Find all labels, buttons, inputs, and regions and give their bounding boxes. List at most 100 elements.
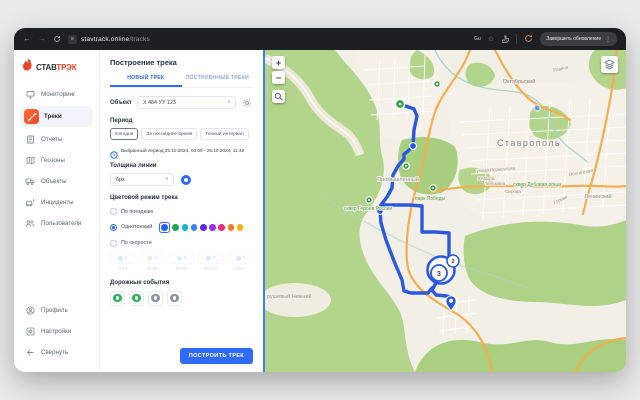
kebab-menu-icon[interactable]: ⋮ [605, 36, 611, 43]
finish-update-button[interactable]: Завершить обновление ⋮ [540, 32, 617, 46]
period-chip-today[interactable]: Сегодня [110, 128, 138, 140]
sidebar-item-geozones[interactable]: Геозоны [20, 151, 93, 169]
thickness-label: Толщина линии [110, 163, 253, 169]
browser-titlebar: ← → ≡ stavtrack.online/tracks Gu ☆ Завер… [14, 28, 626, 50]
map-layers-button[interactable] [601, 56, 618, 73]
speed-color-select: ▾ [169, 253, 194, 264]
speed-color-select: ▾ [110, 253, 135, 264]
site-info-icon[interactable]: ≡ [68, 35, 77, 44]
logo-text-prefix: СТАВ [36, 63, 56, 72]
sidebar-item-settings[interactable]: Настройки [20, 322, 93, 340]
line-color-preview[interactable] [181, 175, 191, 185]
water-poi-icon [534, 105, 540, 111]
vehicle-icon [24, 175, 36, 187]
sidebar-item-objects[interactable]: Объекты [20, 172, 93, 190]
map-search-button[interactable] [272, 90, 285, 103]
period-chip-recent[interactable]: За последнее время [141, 128, 197, 140]
map-label: Тельмана [485, 181, 506, 186]
selected-period-text: Выбранный период 25.10.2024, 00:00 - 25.… [121, 148, 244, 153]
radio-solid-color[interactable] [110, 224, 117, 231]
object-settings-gear-icon[interactable] [241, 97, 253, 109]
object-select[interactable]: Х 484 УУ 123 ▾ [137, 96, 236, 109]
color-palette [159, 222, 243, 233]
sidebar-item-profile[interactable]: Профиль [20, 301, 93, 319]
palette-color[interactable] [218, 224, 225, 231]
sidebar-item-monitoring[interactable]: Мониторинг [20, 85, 93, 103]
palette-color[interactable] [172, 224, 179, 231]
map-label: Промышленный [377, 176, 419, 183]
map-zoom-in-button[interactable]: + [272, 56, 285, 69]
route-point-marker [410, 143, 417, 150]
sidebar-item-label: Геозоны [41, 157, 65, 164]
browser-window: ← → ≡ stavtrack.online/tracks Gu ☆ Завер… [14, 28, 626, 372]
tab-new-track[interactable]: НОВЫЙ ТРЕК [110, 73, 182, 87]
url-path: /tracks [129, 36, 150, 43]
route-cluster-marker[interactable]: 3 2 [428, 255, 460, 284]
period-chip-exact[interactable]: Точный интервал [200, 128, 249, 140]
search-icon [274, 92, 283, 101]
road-event-toggle[interactable] [129, 291, 144, 306]
thickness-select[interactable]: 6px ▾ [110, 173, 174, 186]
bookmark-star-icon[interactable]: ☆ [488, 35, 494, 43]
sidebar-item-label: Объекты [41, 178, 67, 185]
monitor-icon [24, 88, 36, 100]
sidebar-item-label: Инциденты [41, 199, 74, 206]
sidebar-item-reports[interactable]: Отчеты [20, 130, 93, 148]
event-status-icon [132, 294, 141, 303]
road-event-toggle[interactable] [110, 291, 125, 306]
sidebar-item-users[interactable]: Пользователи [20, 214, 93, 232]
radio-solid-color-label: Однотонный [121, 224, 152, 230]
event-status-icon [113, 294, 122, 303]
map-label: сквер Дубовая роща [513, 182, 561, 188]
address-bar[interactable]: ≡ stavtrack.online/tracks [68, 35, 150, 44]
palette-color[interactable] [191, 224, 198, 231]
back-icon[interactable]: ← [23, 35, 31, 43]
incident-icon [24, 196, 36, 208]
tabs: НОВЫЙ ТРЕК ПОСТРОЕННЫЕ ТРЕКИ [110, 73, 253, 88]
chevron-down-icon: ▾ [213, 256, 215, 261]
reload-icon[interactable] [53, 35, 61, 43]
radio-by-trips[interactable] [110, 208, 117, 215]
road-event-toggle[interactable] [167, 291, 182, 306]
map-label: сквер Героев России [344, 206, 392, 212]
palette-color[interactable] [209, 224, 216, 231]
forward-icon[interactable]: → [38, 35, 46, 43]
users-icon [24, 217, 36, 229]
sidebar-item-tracks[interactable]: Треки [20, 106, 93, 127]
palette-color[interactable] [182, 224, 189, 231]
road-event-toggle[interactable] [148, 291, 163, 306]
speed-color-select: ▾ [198, 253, 223, 264]
palette-color[interactable] [228, 224, 235, 231]
speed-range-label: 0-40 [110, 266, 135, 271]
map-label: Октябрьский [503, 78, 536, 85]
map-label: Серова [505, 189, 521, 194]
update-refresh-icon[interactable] [524, 30, 533, 48]
sidebar-item-label: Свернуть [41, 349, 68, 356]
page-title: Построение трека [110, 58, 253, 67]
translate-extension-icon[interactable]: Gu [474, 36, 481, 42]
extensions-puzzle-icon[interactable] [501, 30, 509, 48]
road-event-toggles [110, 291, 253, 306]
sidebar-item-incidents[interactable]: Инциденты [20, 193, 93, 211]
palette-color[interactable] [237, 224, 244, 231]
gear-icon [24, 325, 36, 337]
map-label-city: Ставрополь [497, 138, 561, 148]
palette-color[interactable] [200, 224, 207, 231]
build-track-button[interactable]: ПОСТРОИТЬ ТРЕК [180, 348, 253, 364]
sidebar-item-label: Отчеты [41, 136, 62, 143]
radio-by-speed[interactable] [110, 240, 117, 247]
route-start-marker [395, 99, 404, 108]
layers-icon [604, 59, 615, 70]
logo-flame-icon [22, 58, 33, 76]
logo[interactable]: СТАВТРЭК [20, 57, 93, 85]
tab-built-tracks[interactable]: ПОСТРОЕННЫЕ ТРЕКИ [182, 73, 254, 87]
speed-range-label: 40-60 [139, 266, 164, 271]
sidebar-item-collapse[interactable]: Свернуть [20, 343, 93, 361]
chevron-down-icon: ▾ [166, 177, 168, 182]
map-label: Родина [553, 64, 570, 72]
period-label: Период [110, 118, 253, 124]
chevron-down-icon: ▾ [125, 256, 127, 261]
map-canvas[interactable]: 3 2 Ставрополь Октябрьский Ленинский Про… [263, 50, 626, 372]
palette-color-selected[interactable] [159, 222, 170, 233]
map-zoom-out-button[interactable]: − [272, 71, 285, 84]
